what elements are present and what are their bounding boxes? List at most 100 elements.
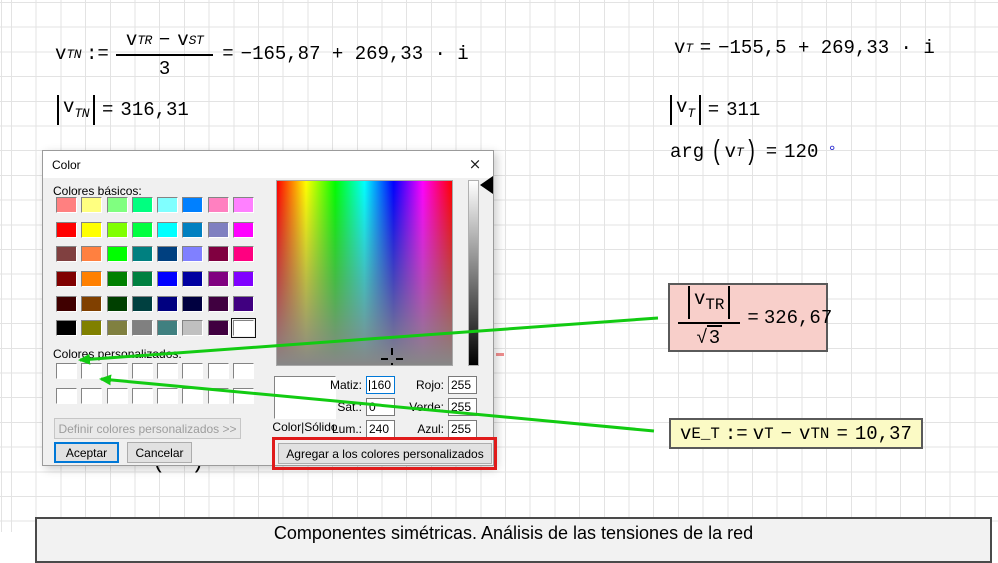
basic-color-swatch[interactable] bbox=[56, 320, 77, 336]
basic-color-swatch[interactable] bbox=[157, 197, 178, 213]
basic-color-swatch[interactable] bbox=[107, 197, 128, 213]
var-base: v bbox=[753, 423, 764, 445]
custom-color-swatch[interactable] bbox=[107, 388, 128, 404]
basic-color-swatch[interactable] bbox=[182, 197, 203, 213]
denominator: 3 bbox=[159, 56, 170, 80]
custom-color-swatch[interactable] bbox=[182, 388, 203, 404]
basic-color-swatch[interactable] bbox=[233, 222, 254, 238]
basic-color-swatch[interactable] bbox=[56, 222, 77, 238]
basic-color-swatch[interactable] bbox=[56, 246, 77, 262]
basic-color-swatch[interactable] bbox=[56, 271, 77, 287]
basic-color-swatch[interactable] bbox=[208, 271, 229, 287]
var-base: v bbox=[55, 44, 66, 65]
basic-color-swatch[interactable] bbox=[81, 271, 102, 287]
custom-color-swatch[interactable] bbox=[157, 363, 178, 379]
basic-color-swatch[interactable] bbox=[182, 296, 203, 312]
custom-color-swatch[interactable] bbox=[208, 363, 229, 379]
hue-saturation-field[interactable] bbox=[276, 180, 453, 366]
result-value: 326,67 bbox=[764, 307, 832, 329]
custom-color-swatch[interactable] bbox=[233, 363, 254, 379]
define-custom-colors-button[interactable]: Definir colores personalizados >> bbox=[54, 418, 241, 439]
basic-color-swatch[interactable] bbox=[81, 246, 102, 262]
red-mark-fragment bbox=[496, 353, 504, 356]
formula-vt-value[interactable]: vT = −155,5 + 269,33 · i bbox=[674, 38, 935, 59]
custom-colors-label: Colores personalizados: bbox=[53, 347, 182, 361]
basic-color-swatch[interactable] bbox=[157, 320, 178, 336]
basic-color-swatch[interactable] bbox=[233, 246, 254, 262]
var-base: v bbox=[725, 142, 736, 163]
formula-vt-magnitude[interactable]: vT = 311 bbox=[670, 95, 760, 125]
equals-operator: = bbox=[836, 423, 847, 445]
basic-color-swatch[interactable] bbox=[157, 246, 178, 262]
basic-color-swatch[interactable] bbox=[233, 296, 254, 312]
ok-button[interactable]: Aceptar bbox=[54, 442, 119, 463]
custom-color-swatch[interactable] bbox=[233, 388, 254, 404]
basic-color-swatch[interactable] bbox=[107, 222, 128, 238]
basic-color-swatch[interactable] bbox=[81, 296, 102, 312]
luminance-slider[interactable] bbox=[468, 180, 479, 366]
basic-color-swatch[interactable] bbox=[182, 222, 203, 238]
basic-color-swatch[interactable] bbox=[157, 271, 178, 287]
formula-vtn-definition[interactable]: vTN := vTR − vST 3 = −165,87 + 269,33 · … bbox=[55, 30, 469, 80]
basic-color-swatch[interactable] bbox=[107, 296, 128, 312]
basic-color-swatch[interactable] bbox=[132, 222, 153, 238]
dialog-titlebar[interactable]: Color × bbox=[43, 151, 493, 178]
green-input[interactable]: 255 bbox=[448, 398, 477, 416]
basic-color-swatch[interactable] bbox=[132, 197, 153, 213]
basic-color-swatch[interactable] bbox=[208, 197, 229, 213]
basic-color-swatch[interactable] bbox=[233, 197, 254, 213]
basic-color-swatch[interactable] bbox=[107, 271, 128, 287]
formula-vtn-magnitude[interactable]: vTN = 316,31 bbox=[57, 95, 189, 125]
basic-color-swatch[interactable] bbox=[132, 320, 153, 336]
basic-color-swatch[interactable] bbox=[157, 222, 178, 238]
var-subscript: TN bbox=[810, 425, 829, 443]
basic-color-swatch[interactable] bbox=[132, 246, 153, 262]
custom-color-swatch[interactable] bbox=[132, 388, 153, 404]
basic-color-swatch[interactable] bbox=[182, 246, 203, 262]
sqrt-sign: √ bbox=[696, 327, 707, 349]
basic-colors-label: Colores básicos: bbox=[53, 184, 142, 198]
custom-color-swatch[interactable] bbox=[56, 388, 77, 404]
add-to-custom-colors-button[interactable]: Agregar a los colores personalizados bbox=[278, 443, 492, 464]
basic-color-swatch[interactable] bbox=[107, 320, 128, 336]
close-icon[interactable]: × bbox=[457, 151, 493, 178]
basic-color-swatch[interactable] bbox=[81, 197, 102, 213]
custom-color-swatch[interactable] bbox=[132, 363, 153, 379]
custom-color-swatch[interactable] bbox=[208, 388, 229, 404]
basic-color-swatch[interactable] bbox=[107, 246, 128, 262]
custom-color-swatch[interactable] bbox=[81, 388, 102, 404]
dialog-title: Color bbox=[52, 158, 81, 172]
pink-highlight-region[interactable]: vTR √3 = 326,67 bbox=[668, 283, 828, 352]
basic-color-swatch[interactable] bbox=[233, 271, 254, 287]
custom-color-swatch[interactable] bbox=[157, 388, 178, 404]
blue-label: Azul: bbox=[384, 422, 444, 436]
cancel-button[interactable]: Cancelar bbox=[127, 442, 192, 463]
custom-color-swatch[interactable] bbox=[56, 363, 77, 379]
basic-color-swatch[interactable] bbox=[81, 222, 102, 238]
custom-color-swatch[interactable] bbox=[182, 363, 203, 379]
custom-color-swatch[interactable] bbox=[107, 363, 128, 379]
formula-vt-argument[interactable]: arg ( vT ) = 120 ° bbox=[670, 142, 837, 163]
degree-unit: ° bbox=[827, 144, 837, 162]
luminance-slider-handle[interactable] bbox=[480, 176, 493, 194]
blue-input[interactable]: 255 bbox=[448, 420, 477, 438]
basic-color-swatch[interactable] bbox=[208, 222, 229, 238]
basic-color-swatch[interactable] bbox=[182, 271, 203, 287]
abs-value: vTR bbox=[688, 286, 730, 319]
basic-color-swatch[interactable] bbox=[208, 320, 229, 336]
red-input[interactable]: 255 bbox=[448, 376, 477, 394]
basic-color-swatch[interactable] bbox=[132, 271, 153, 287]
var-subscript: TR bbox=[137, 34, 152, 47]
basic-color-swatch[interactable] bbox=[81, 320, 102, 336]
basic-color-swatch[interactable] bbox=[132, 296, 153, 312]
basic-color-swatch[interactable] bbox=[157, 296, 178, 312]
custom-color-swatch[interactable] bbox=[81, 363, 102, 379]
basic-color-swatch[interactable] bbox=[56, 197, 77, 213]
basic-color-swatch[interactable] bbox=[208, 246, 229, 262]
basic-color-swatch[interactable] bbox=[233, 320, 254, 336]
basic-color-swatch[interactable] bbox=[208, 296, 229, 312]
basic-color-swatch[interactable] bbox=[56, 296, 77, 312]
yellow-highlight-region[interactable]: vE_T := vT − vTN = 10,37 bbox=[669, 418, 923, 449]
basic-color-swatch[interactable] bbox=[182, 320, 203, 336]
footer-title-region[interactable]: Componentes simétricas. Análisis de las … bbox=[35, 517, 992, 563]
